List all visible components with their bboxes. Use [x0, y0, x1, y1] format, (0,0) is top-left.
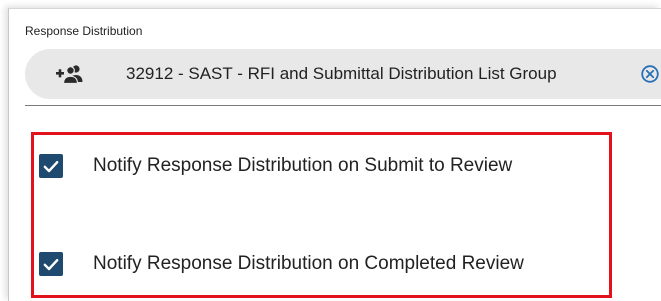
notify-completed-label[interactable]: Notify Response Distribution on Complete… [93, 253, 524, 275]
section-label: Response Distribution [25, 24, 143, 38]
checkmark-icon [43, 258, 59, 270]
checkmark-icon [43, 160, 59, 172]
add-group-icon [56, 64, 84, 85]
close-circle-icon[interactable] [640, 64, 660, 84]
distribution-list-chip[interactable]: 32912 - SAST - RFI and Submittal Distrib… [25, 49, 661, 99]
field-underline [25, 105, 661, 106]
response-distribution-panel: Response Distribution 32912 - SAST - RFI… [8, 8, 661, 301]
distribution-list-name: 32912 - SAST - RFI and Submittal Distrib… [126, 64, 557, 83]
option-row-completed-review[interactable]: Notify Response Distribution on Complete… [39, 252, 524, 276]
notify-completed-checkbox[interactable] [39, 252, 63, 276]
notify-submit-label[interactable]: Notify Response Distribution on Submit t… [93, 155, 512, 177]
notify-submit-checkbox[interactable] [39, 154, 63, 178]
option-row-submit-to-review[interactable]: Notify Response Distribution on Submit t… [39, 154, 512, 178]
